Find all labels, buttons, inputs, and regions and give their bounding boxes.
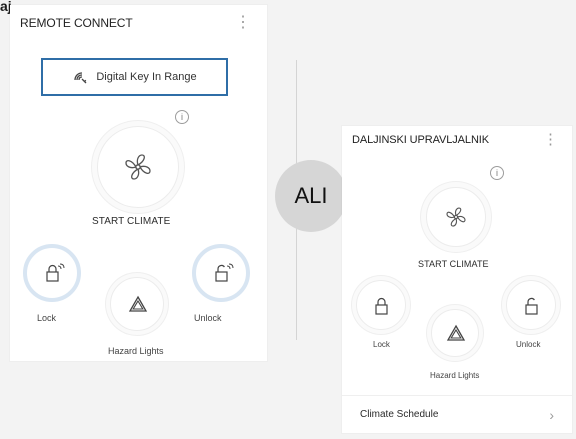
fan-icon (441, 202, 471, 232)
digital-key-label: Digital Key In Range (96, 71, 197, 83)
info-icon[interactable]: i (490, 166, 504, 180)
unlock-icon (520, 294, 544, 318)
digital-key-icon (72, 68, 90, 86)
lock-button[interactable] (23, 244, 81, 302)
hazard-lights-label: Hazard Lights (108, 346, 164, 356)
more-menu-icon[interactable]: ⋮ (543, 132, 558, 148)
hazard-lights-label: Hazard Lights (430, 371, 480, 380)
climate-schedule-label: Climate Schedule (360, 409, 439, 420)
unlock-label: Unlock (194, 313, 222, 323)
fan-icon (118, 147, 158, 187)
unlock-label: Unlock (516, 340, 541, 349)
unlock-button[interactable] (506, 280, 556, 330)
lock-label: Lock (37, 313, 57, 323)
unlock-button[interactable] (192, 244, 250, 302)
hazard-icon (126, 293, 150, 317)
lock-icon (41, 261, 65, 285)
digital-key-status-button[interactable]: Digital Key In Range (41, 58, 228, 96)
start-climate-button[interactable] (97, 126, 179, 208)
start-climate-label: START CLIMATE (418, 259, 489, 269)
unlock-icon (210, 261, 234, 285)
ali-badge: ALI (275, 160, 347, 232)
info-icon[interactable]: i (175, 110, 189, 124)
lock-icon (370, 294, 394, 318)
hazard-lights-button[interactable] (110, 277, 164, 331)
climate-schedule-row[interactable]: Climate Schedule › (342, 395, 572, 433)
start-climate-button[interactable] (426, 187, 486, 247)
lock-label: Lock (373, 340, 390, 349)
remote-connect-panel: REMOTE CONNECT ⋮ Digital Key In Range i (10, 5, 267, 361)
chevron-right-icon: › (549, 406, 554, 423)
panel-title: DALJINSKI UPRAVLJALNIK (352, 134, 489, 146)
hazard-icon (444, 322, 468, 346)
daljinski-upravljalnik-panel: DALJINSKI UPRAVLJALNIK ⋮ i START CLIMATE… (342, 126, 572, 433)
panel-title: REMOTE CONNECT (20, 16, 133, 30)
hazard-lights-button[interactable] (431, 309, 479, 357)
more-menu-icon[interactable]: ⋮ (235, 15, 251, 31)
start-climate-label: START CLIMATE (92, 216, 171, 227)
lock-button[interactable] (356, 280, 406, 330)
